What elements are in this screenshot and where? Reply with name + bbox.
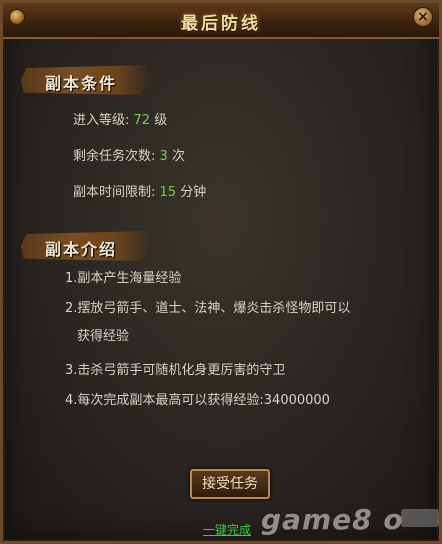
close-button[interactable]: × bbox=[413, 7, 433, 27]
intro-banner: 副本介绍 bbox=[21, 231, 151, 261]
quest-dialog: 最后防线 × 副本条件 进入等级: 72 级 剩余任务次数: 3 次 副本时间限… bbox=[0, 0, 442, 544]
time-limit: 副本时间限制: 15 分钟 bbox=[73, 181, 206, 200]
intro-item: 3.击杀弓箭手可随机化身更厉害的守卫 bbox=[65, 363, 286, 378]
count-unit: 次 bbox=[171, 149, 185, 164]
level-requirement: 进入等级: 72 级 bbox=[73, 109, 167, 128]
time-unit: 分钟 bbox=[180, 185, 207, 200]
dialog-title: 最后防线 bbox=[181, 14, 261, 34]
time-label: 副本时间限制: bbox=[73, 185, 156, 200]
watermark-text: game8 o bbox=[261, 503, 404, 536]
conditions-banner: 副本条件 bbox=[21, 65, 151, 95]
intro-item: 4.每次完成副本最高可以获得经验:34000000 bbox=[65, 393, 330, 408]
intro-heading: 副本介绍 bbox=[45, 240, 118, 259]
conditions-heading: 副本条件 bbox=[45, 74, 118, 93]
accept-quest-button[interactable]: 接受任务 bbox=[190, 469, 270, 499]
time-value: 15 bbox=[159, 185, 177, 200]
intro-item: 获得经验 bbox=[77, 329, 130, 344]
level-label: 进入等级: bbox=[73, 113, 130, 128]
count-label: 剩余任务次数: bbox=[73, 149, 156, 164]
watermark-logo-icon bbox=[401, 509, 439, 527]
quick-complete-link[interactable]: 一键完成 bbox=[203, 521, 251, 538]
count-value: 3 bbox=[159, 149, 168, 164]
intro-item: 2.摆放弓箭手、道士、法神、爆炎击杀怪物即可以 bbox=[65, 301, 351, 316]
level-unit: 级 bbox=[154, 113, 168, 128]
intro-item: 1.副本产生海量经验 bbox=[65, 271, 182, 286]
level-value: 72 bbox=[133, 113, 151, 128]
remaining-count: 剩余任务次数: 3 次 bbox=[73, 145, 185, 164]
title-bar: 最后防线 × bbox=[3, 3, 439, 39]
